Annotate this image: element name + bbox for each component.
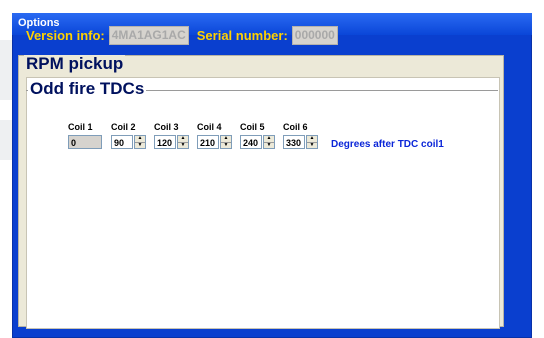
version-value: 4MA1AG1AC <box>108 25 189 45</box>
coil-3: Coil 3 120 ▲ ▼ <box>154 121 197 149</box>
coil-label: Coil 1 <box>68 122 93 132</box>
coil-5: Coil 5 240 ▲ ▼ <box>240 121 283 149</box>
coil-label: Coil 4 <box>197 122 222 132</box>
serial-label: Serial number: <box>196 27 288 43</box>
coil-1: Coil 1 0 <box>68 121 111 149</box>
coil-label: Coil 2 <box>111 122 136 132</box>
coil-3-input[interactable]: 120 <box>154 135 176 149</box>
spinner-down-icon[interactable]: ▼ <box>307 141 317 149</box>
spinner-down-icon[interactable]: ▼ <box>178 141 188 149</box>
coil-4-input[interactable]: 210 <box>197 135 219 149</box>
odd-fire-tdcs-group <box>26 77 500 329</box>
coil-2-spinner[interactable]: ▲ ▼ <box>134 135 146 149</box>
serial-value: 000000 <box>291 25 338 45</box>
coil-6: Coil 6 330 ▲ ▼ <box>283 121 326 149</box>
degrees-note: Degrees after TDC coil1 <box>331 139 444 150</box>
odd-fire-tdcs-title: Odd fire TDCs <box>28 79 147 99</box>
coil-1-input: 0 <box>68 135 102 149</box>
coil-4-spinner[interactable]: ▲ ▼ <box>220 135 232 149</box>
coil-fields: Coil 1 0 Coil 2 90 ▲ ▼ Coil 3 120 ▲ ▼ Co… <box>68 121 326 149</box>
coil-label: Coil 3 <box>154 122 179 132</box>
rpm-pickup-title: RPM pickup <box>24 54 126 73</box>
coil-2-input[interactable]: 90 <box>111 135 133 149</box>
coil-5-spinner[interactable]: ▲ ▼ <box>263 135 275 149</box>
version-label: Version info: <box>26 27 105 43</box>
coil-4: Coil 4 210 ▲ ▼ <box>197 121 240 149</box>
spinner-down-icon[interactable]: ▼ <box>135 141 145 149</box>
coil-label: Coil 6 <box>283 122 308 132</box>
coil-6-input[interactable]: 330 <box>283 135 305 149</box>
coil-3-spinner[interactable]: ▲ ▼ <box>177 135 189 149</box>
coil-5-input[interactable]: 240 <box>240 135 262 149</box>
coil-2: Coil 2 90 ▲ ▼ <box>111 121 154 149</box>
spinner-down-icon[interactable]: ▼ <box>264 141 274 149</box>
version-info-row: Version info: 4MA1AG1AC Serial number: 0… <box>26 25 338 45</box>
spinner-down-icon[interactable]: ▼ <box>221 141 231 149</box>
coil-label: Coil 5 <box>240 122 265 132</box>
coil-6-spinner[interactable]: ▲ ▼ <box>306 135 318 149</box>
